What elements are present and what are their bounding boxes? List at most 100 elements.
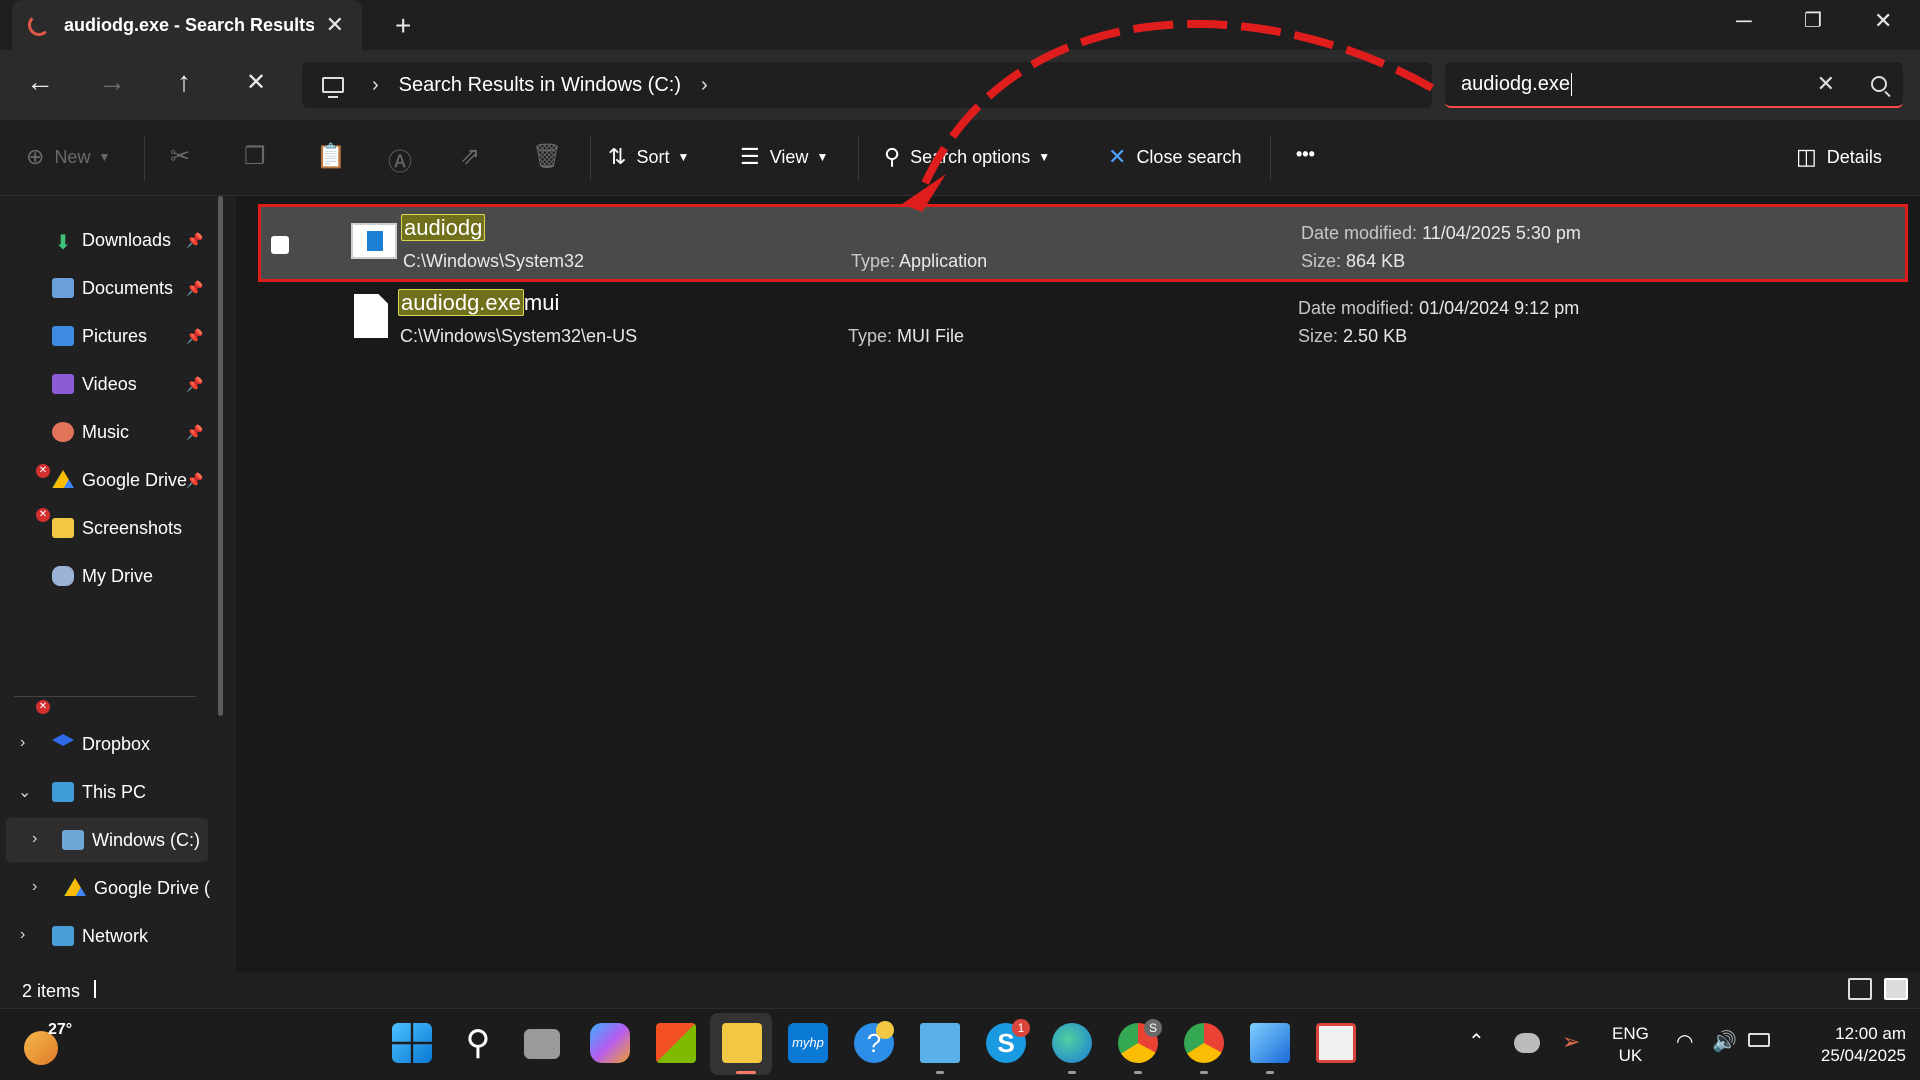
sidebar-item-screenshots[interactable]: Screenshots (0, 506, 220, 550)
sidebar-item-label: Screenshots (82, 517, 183, 538)
divider (144, 136, 145, 180)
sidebar-item-this-pc[interactable]: This PC (0, 770, 220, 814)
pin-icon[interactable]: 📌 (186, 424, 203, 441)
task-view-icon[interactable] (524, 1029, 560, 1059)
tab-close-icon[interactable]: ✕ (326, 12, 344, 38)
status-bar: 2 items (0, 972, 1920, 1008)
list-item[interactable]: audiodg C:\Windows\System32 Type: Applic… (258, 204, 1908, 282)
pin-icon[interactable]: 📌 (186, 328, 203, 345)
sidebar-item-google-drive-drive[interactable]: Google Drive ( (0, 866, 212, 910)
status-divider (94, 980, 96, 998)
volume-icon[interactable]: 🔊 (1712, 1031, 1737, 1053)
pin-icon[interactable]: 📌 (186, 280, 203, 297)
back-button[interactable]: ← (20, 66, 60, 98)
command-bar: ⊕ New ▼ ✂ ❐ 📋 Ⓐ ⇗ 🗑 ⇅ Sort ▼ ☰ View ▼ ⚲ … (0, 120, 1920, 196)
new-button[interactable]: ⊕ New ▼ (26, 144, 110, 170)
sidebar-item-music[interactable]: Music 📌 (0, 410, 220, 454)
search-icon[interactable]: ⚲ (458, 1023, 498, 1063)
breadcrumb-search-results[interactable]: Search Results in Windows (C:) (399, 74, 681, 97)
close-search-button[interactable]: ✕ Close search (1108, 144, 1241, 170)
sidebar-item-videos[interactable]: Videos 📌 (0, 362, 220, 406)
dropbox-icon (52, 734, 74, 746)
details-pane-icon: ◫ (1796, 144, 1817, 169)
document-file-icon (354, 294, 388, 338)
stop-button[interactable]: ✕ (236, 68, 276, 97)
search-options-button[interactable]: ⚲ Search options ▼ (884, 144, 1050, 170)
clear-search-icon[interactable]: ✕ (1817, 71, 1835, 97)
onedrive-error-icon[interactable] (1514, 1033, 1540, 1053)
start-icon[interactable] (392, 1023, 432, 1063)
details-pane-button[interactable]: ◫ Details (1796, 144, 1882, 170)
copy-icon[interactable]: ❐ (244, 142, 266, 171)
file-name[interactable]: audiodg.exe mui (398, 289, 559, 316)
sidebar-scrollbar[interactable] (218, 196, 223, 716)
snipping-tool-icon[interactable] (1316, 1023, 1356, 1063)
file-name[interactable]: audiodg (401, 214, 486, 241)
address-bar[interactable]: › Search Results in Windows (C:) › (302, 62, 1432, 108)
view-label: View (769, 146, 809, 167)
search-box[interactable]: audiodg.exe ✕ (1445, 62, 1903, 108)
new-tab-button[interactable]: + (395, 10, 411, 42)
up-button[interactable]: ↑ (164, 66, 204, 98)
sidebar-item-google-drive[interactable]: Google Drive 📌 (0, 458, 220, 502)
sidebar-item-my-drive[interactable]: My Drive (0, 554, 220, 598)
view-button[interactable]: ☰ View ▼ (740, 144, 828, 170)
this-pc-icon[interactable] (322, 77, 344, 98)
pictures-icon (52, 326, 74, 346)
tiles-view-icon[interactable] (1884, 978, 1908, 1000)
sidebar-item-documents[interactable]: Documents 📌 (0, 266, 220, 310)
sort-button[interactable]: ⇅ Sort ▼ (608, 144, 689, 170)
store-icon[interactable] (656, 1023, 696, 1063)
pin-icon[interactable]: 📌 (186, 472, 203, 489)
language-indicator[interactable]: ENG UK (1612, 1023, 1649, 1067)
weather-temperature[interactable]: 27° (48, 1021, 72, 1039)
chevron-right-icon[interactable]: › (701, 74, 708, 97)
search-input[interactable]: audiodg.exe (1461, 72, 1572, 96)
delete-icon[interactable]: 🗑 (532, 142, 562, 171)
pin-icon[interactable]: 📌 (186, 232, 203, 249)
search-icon[interactable] (1871, 76, 1887, 92)
share-icon[interactable]: ⇗ (460, 142, 480, 171)
details-view-icon[interactable] (1848, 978, 1872, 1000)
this-pc-icon (52, 782, 74, 802)
photos-icon[interactable] (1250, 1023, 1290, 1063)
list-item[interactable]: audiodg.exe mui C:\Windows\System32\en-US… (258, 282, 1908, 360)
type-label: Type: (848, 326, 893, 346)
more-options-button[interactable]: ••• (1296, 144, 1315, 165)
chrome-profile-icon[interactable] (1184, 1023, 1224, 1063)
cut-icon[interactable]: ✂ (170, 142, 190, 171)
file-explorer-icon[interactable] (722, 1023, 762, 1063)
minimize-button[interactable]: ─ (1736, 8, 1752, 34)
restore-button[interactable]: ❐ (1804, 8, 1822, 33)
sidebar-item-label: Dropbox (82, 733, 151, 754)
expand-chevron-icon[interactable]: › (32, 830, 37, 848)
show-hidden-icons-icon[interactable]: ⌃ (1468, 1031, 1485, 1053)
sidebar-item-network[interactable]: Network (0, 914, 220, 958)
size-label: Size: (1298, 326, 1339, 346)
clock[interactable]: 12:00 am 25/04/2025 (1796, 1023, 1906, 1067)
details-label: Details (1826, 146, 1882, 167)
edge-icon[interactable] (1052, 1023, 1092, 1063)
chevron-right-icon[interactable]: › (372, 74, 379, 97)
battery-icon[interactable] (1748, 1033, 1770, 1047)
tab-search-results[interactable]: audiodg.exe - Search Results in Windows … (12, 0, 362, 50)
copilot-icon[interactable] (590, 1023, 630, 1063)
sidebar-item-dropbox[interactable]: Dropbox (0, 722, 220, 766)
paste-icon[interactable]: 📋 (316, 142, 346, 171)
sidebar-item-downloads[interactable]: ⬇ Downloads 📌 (0, 218, 220, 262)
sort-label: Sort (636, 146, 670, 167)
pin-icon[interactable]: 📌 (186, 376, 203, 393)
file-type: Type: Application (851, 251, 987, 272)
address-row: ← → ↑ ✕ › Search Results in Windows (C:)… (0, 50, 1920, 120)
application-file-icon (351, 223, 397, 259)
wifi-icon[interactable]: ◠ (1676, 1031, 1693, 1053)
location-icon[interactable]: ➢ (1562, 1031, 1580, 1053)
select-checkbox[interactable] (271, 236, 289, 254)
rename-icon[interactable]: Ⓐ (388, 142, 412, 177)
myhp-icon[interactable]: myhp (788, 1023, 828, 1063)
notepad-icon[interactable] (920, 1023, 960, 1063)
plus-circle-icon: ⊕ (26, 144, 45, 169)
window-close-button[interactable]: ✕ (1874, 8, 1892, 34)
forward-button[interactable]: → (92, 66, 132, 98)
sidebar-item-pictures[interactable]: Pictures 📌 (0, 314, 220, 358)
